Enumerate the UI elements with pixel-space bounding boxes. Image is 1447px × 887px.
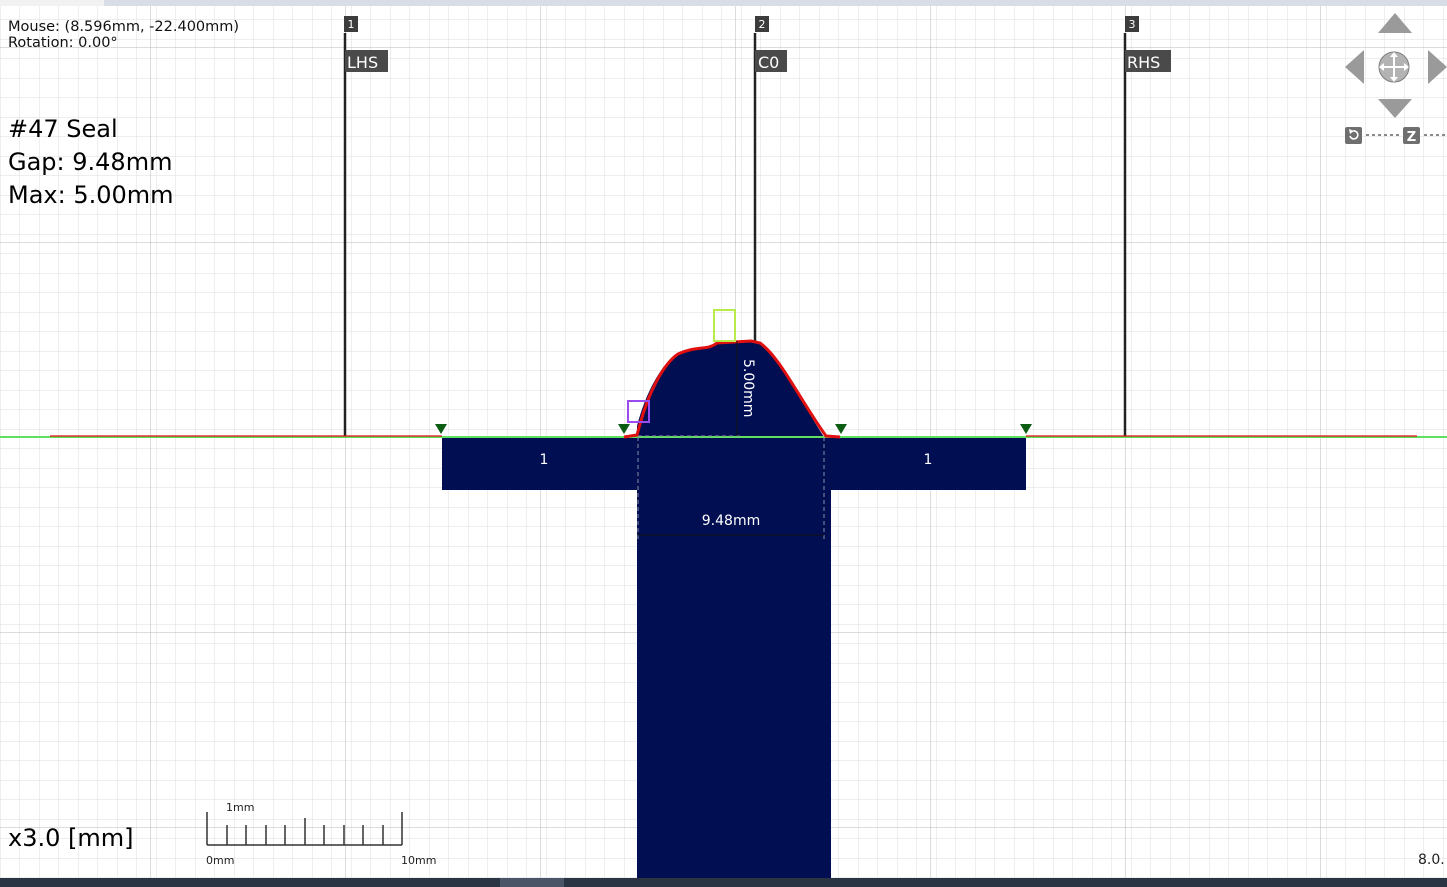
canvas-viewport[interactable]: 1 LHS 2 C0 3 RHS 1 1 9.48mm 5.00mm 1mm 0… — [0, 0, 1447, 887]
bottom-scrollbar[interactable] — [0, 878, 1447, 887]
seal-title: #47 Seal — [8, 115, 118, 143]
drawing-canvas[interactable]: 1 LHS 2 C0 3 RHS 1 1 9.48mm 5.00mm 1mm 0… — [0, 0, 1447, 887]
stem[interactable] — [637, 437, 831, 878]
scale-unit-label: 1mm — [226, 801, 254, 814]
gap-info: Gap: 9.48mm — [8, 148, 173, 176]
scrollbar-thumb[interactable] — [500, 878, 564, 887]
gap-dimension-label: 9.48mm — [702, 513, 760, 529]
scale-start-label: 0mm — [206, 854, 234, 867]
rotation-readout: Rotation: 0.00° — [8, 35, 118, 51]
pan-center-icon[interactable] — [1378, 51, 1410, 83]
guide-label: LHS — [347, 53, 378, 72]
right-plate-label: 1 — [924, 452, 933, 468]
guide-label: RHS — [1127, 53, 1160, 72]
svg-text:Z: Z — [1407, 130, 1416, 145]
rotate-icon[interactable] — [1345, 127, 1362, 144]
guide-number: 1 — [348, 18, 355, 31]
guide-number: 3 — [1129, 18, 1136, 31]
zoom-z-icon[interactable]: Z — [1403, 127, 1420, 145]
edge-value: 8.0. — [1418, 852, 1445, 868]
mouse-readout: Mouse: (8.596mm, -22.400mm) — [8, 19, 240, 35]
guide-number: 2 — [759, 18, 766, 31]
guide-label: C0 — [758, 53, 779, 72]
scale-end-label: 10mm — [401, 854, 436, 867]
left-plate-label: 1 — [540, 452, 549, 468]
height-dimension-label: 5.00mm — [740, 359, 756, 417]
max-info: Max: 5.00mm — [8, 181, 174, 209]
zoom-level: x3.0 [mm] — [8, 824, 134, 852]
